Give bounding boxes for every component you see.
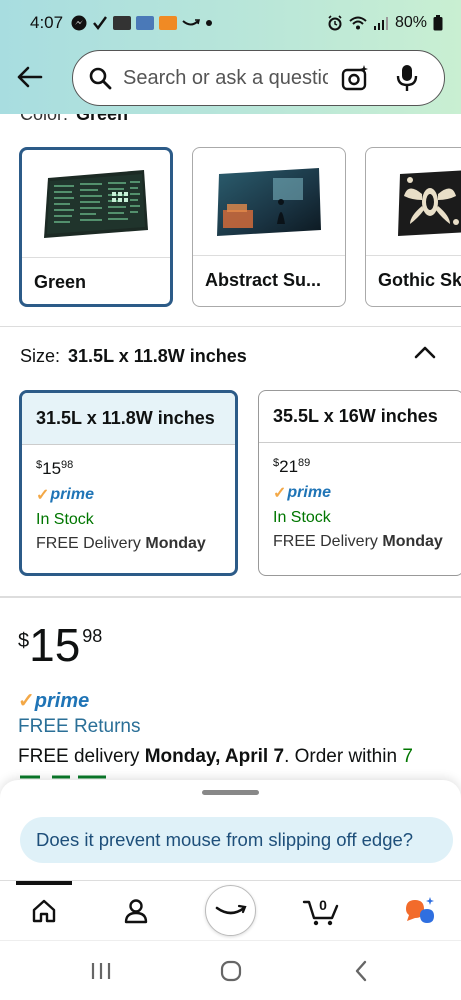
size-option-label: 35.5L x 16W inches	[259, 391, 461, 443]
news-icon	[159, 16, 178, 30]
color-option-green[interactable]: Green	[19, 147, 173, 307]
delivery-info: FREE Delivery Monday	[273, 533, 443, 550]
status-time: 4:07	[30, 13, 64, 32]
check-icon	[92, 15, 108, 31]
size-option-35-5[interactable]: 35.5L x 16W inches $2189 ✓ prime In Stock…	[258, 390, 461, 576]
stock-status: In Stock	[273, 509, 331, 526]
amazon-smile-icon	[182, 18, 201, 28]
color-option-label: Abstract Su...	[205, 270, 322, 290]
active-tab-indicator	[16, 881, 72, 885]
prime-badge: ✓prime	[18, 690, 90, 712]
app-header: 4:07 80% Search or ask a question	[0, 0, 461, 114]
system-back-icon[interactable]	[346, 957, 376, 985]
bottom-nav: 0	[0, 880, 461, 940]
account-icon[interactable]	[110, 889, 162, 933]
main-price: $ 15 98	[18, 619, 103, 671]
cart-icon[interactable]: 0	[296, 889, 348, 933]
prime-badge: ✓prime	[36, 486, 94, 504]
suggested-question-chip[interactable]: Does it prevent mouse from slipping off …	[20, 817, 453, 863]
battery-icon	[433, 15, 443, 31]
dot-icon	[205, 19, 213, 27]
truncated-text	[18, 770, 138, 780]
back-button[interactable]	[14, 62, 44, 92]
color-option-abstract[interactable]: Abstract Su...	[192, 147, 346, 307]
battery-percent: 80%	[394, 14, 427, 31]
messenger-icon	[71, 15, 87, 31]
camera-lens-icon[interactable]	[340, 63, 370, 93]
suggestion-sheet: Does it prevent mouse from slipping off …	[0, 780, 461, 880]
system-nav-bar	[0, 940, 461, 1000]
ebay-icon	[136, 16, 155, 30]
chevron-up-icon[interactable]	[412, 340, 438, 364]
color-option-label: Gothic Sk	[378, 270, 461, 290]
rufus-icon[interactable]	[394, 889, 446, 933]
system-status: 80%	[327, 14, 443, 32]
color-thumbnail	[366, 148, 461, 256]
search-bar[interactable]	[72, 50, 445, 106]
home-circle-icon[interactable]	[216, 957, 246, 985]
sheet-grab-handle[interactable]	[202, 790, 259, 795]
size-label: Size: 31.5L x 11.8W inches	[20, 346, 247, 366]
stock-status: In Stock	[36, 511, 94, 528]
color-option-gothic[interactable]: Gothic Sk	[365, 147, 461, 307]
section-divider	[0, 326, 461, 327]
delivery-info: FREE delivery Monday, April 7. Order wit…	[18, 746, 413, 767]
color-option-label: Green	[34, 272, 87, 292]
alarm-icon	[327, 15, 343, 31]
size-selected-value: 31.5L x 11.8W inches	[68, 346, 247, 366]
size-option-price: $2189	[273, 457, 311, 476]
size-option-price: $1598	[36, 459, 74, 478]
notification-icons	[71, 15, 213, 31]
prime-badge: ✓prime	[273, 484, 331, 502]
free-returns-link[interactable]: FREE Returns	[18, 716, 140, 738]
color-thumbnail	[22, 150, 170, 258]
amazon-icon[interactable]	[205, 885, 256, 936]
prime-check-icon: ✓	[36, 487, 50, 504]
size-option-label: 31.5L x 11.8W inches	[22, 393, 235, 445]
status-bar: 4:07 80%	[0, 0, 461, 46]
search-input[interactable]	[123, 66, 328, 90]
back-arrow-icon	[17, 66, 43, 88]
color-thumbnail	[193, 148, 345, 256]
cart-count: 0	[319, 897, 327, 913]
wifi-icon	[349, 16, 367, 30]
search-icon	[87, 65, 113, 91]
color-options: Green Abstract Su... Gothic Sk	[0, 147, 461, 309]
size-option-31-5[interactable]: 31.5L x 11.8W inches $1598 ✓ prime In Sto…	[19, 390, 238, 576]
microphone-icon[interactable]	[394, 63, 420, 93]
delivery-info: FREE Delivery Monday	[36, 535, 206, 552]
prime-check-icon: ✓	[273, 485, 287, 502]
prime-check-icon: ✓	[18, 690, 35, 712]
recent-apps-icon[interactable]	[86, 957, 116, 985]
home-icon[interactable]	[18, 889, 70, 933]
section-divider	[0, 596, 461, 598]
app-icon	[113, 16, 132, 30]
signal-icon	[373, 16, 389, 30]
